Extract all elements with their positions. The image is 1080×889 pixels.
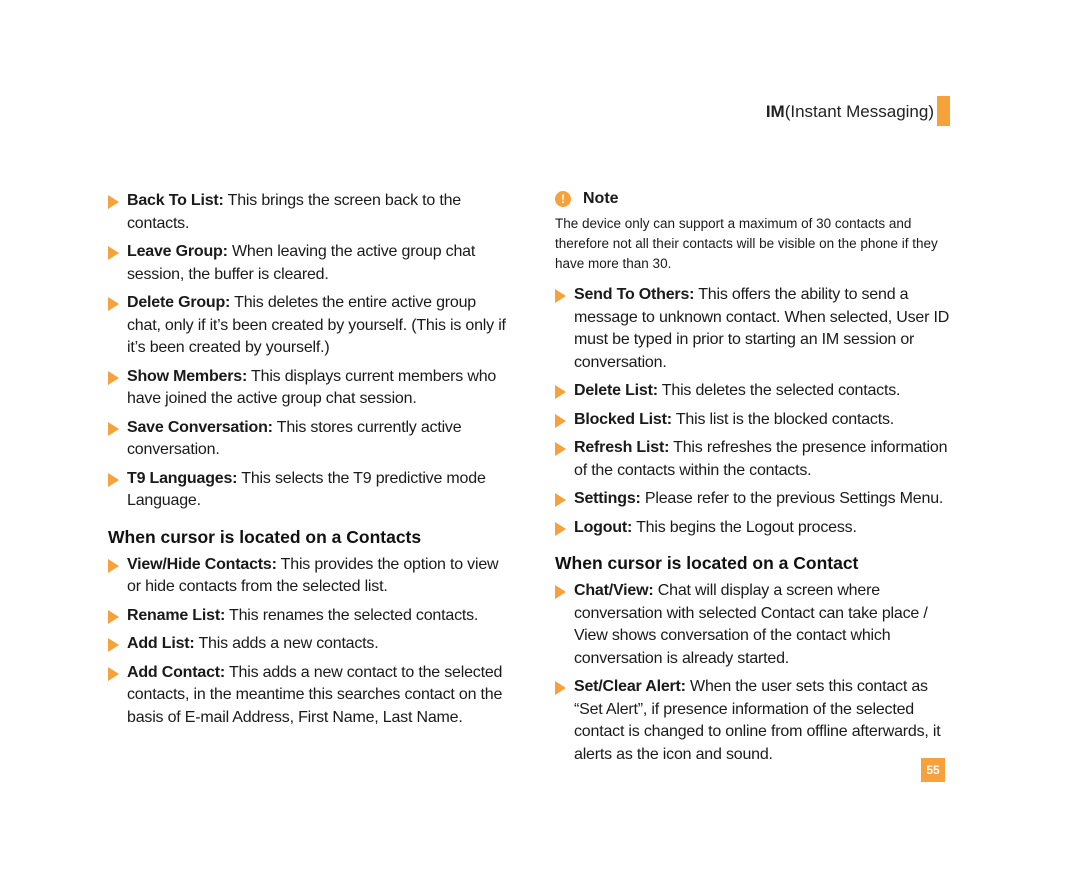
item-term: Chat/View:: [574, 582, 654, 599]
item-description: This list is the blocked contacts.: [671, 410, 895, 428]
item-term: View/Hide Contacts:: [127, 555, 277, 573]
item-description: This renames the selected contacts.: [225, 606, 479, 624]
list-item: Delete List: This deletes the selected c…: [555, 380, 955, 403]
note-box: ! Note The device only can support a max…: [555, 190, 955, 274]
list-item: Rename List: This renames the selected c…: [108, 605, 508, 628]
left-item-list: Back To List: This brings the screen bac…: [108, 190, 508, 513]
triangle-bullet-icon: [555, 413, 566, 428]
item-term: Show Members:: [127, 367, 248, 385]
list-item: Save Conversation: This stores currently…: [108, 417, 508, 462]
triangle-bullet-icon: [555, 521, 566, 536]
list-item: Back To List: This brings the screen bac…: [108, 190, 508, 235]
item-term: Rename List:: [127, 606, 226, 624]
triangle-bullet-icon: [108, 421, 119, 436]
item-description: This deletes the selected contacts.: [657, 382, 901, 399]
item-term: Add Contact:: [127, 663, 226, 681]
item-term: Delete List:: [574, 382, 658, 399]
right-item-list: Send To Others: This offers the ability …: [555, 284, 955, 539]
item-term: Add List:: [127, 635, 195, 652]
header-accent-bar: [937, 96, 950, 126]
triangle-bullet-icon: [108, 666, 119, 681]
list-item: Send To Others: This offers the ability …: [555, 284, 955, 374]
triangle-bullet-icon: [108, 195, 119, 209]
left-column: Back To List: This brings the screen bac…: [108, 190, 508, 735]
list-item: View/Hide Contacts: This provides the op…: [108, 554, 508, 599]
list-item: Set/Clear Alert: When the user sets this…: [555, 676, 955, 766]
item-term: Refresh List:: [574, 439, 670, 456]
section-title-contacts: When cursor is located on a Contacts: [108, 526, 422, 547]
exclamation-icon: !: [555, 191, 571, 207]
section-title-contact: When cursor is located on a Contact: [555, 553, 859, 573]
right-column: ! Note The device only can support a max…: [555, 190, 955, 772]
triangle-bullet-icon: [108, 297, 119, 311]
item-term: Back To List:: [127, 192, 224, 209]
note-text: The device only can support a maximum of…: [555, 216, 938, 271]
triangle-bullet-icon: [108, 558, 119, 573]
list-item: T9 Languages: This selects the T9 predic…: [108, 468, 508, 513]
triangle-bullet-icon: [108, 638, 119, 652]
item-description: Please refer to the previous Settings Me…: [640, 490, 944, 507]
list-item: Refresh List: This refreshes the presenc…: [555, 437, 955, 482]
note-header: ! Note: [555, 190, 955, 208]
item-term: Blocked List:: [574, 410, 672, 428]
list-item: Add Contact: This adds a new contact to …: [108, 662, 508, 730]
note-title: Note: [583, 190, 619, 207]
list-item: Chat/View: Chat will display a screen wh…: [555, 580, 955, 670]
left-section-item-list: View/Hide Contacts: This provides the op…: [108, 554, 508, 730]
item-term: Delete Group:: [127, 294, 231, 311]
list-item: Blocked List: This list is the blocked c…: [555, 409, 955, 432]
item-description: This begins the Logout process.: [632, 518, 857, 536]
list-item: Logout: This begins the Logout process.: [555, 517, 955, 540]
triangle-bullet-icon: [555, 681, 566, 695]
list-item: Settings: Please refer to the previous S…: [555, 488, 955, 511]
page-number: 55: [921, 758, 945, 782]
triangle-bullet-icon: [555, 493, 566, 507]
triangle-bullet-icon: [108, 246, 119, 260]
list-item: Delete Group: This deletes the entire ac…: [108, 292, 508, 360]
triangle-bullet-icon: [555, 289, 566, 303]
list-item: Add List: This adds a new contacts.: [108, 633, 508, 656]
item-term: Settings:: [574, 490, 641, 507]
triangle-bullet-icon: [555, 585, 566, 599]
triangle-bullet-icon: [555, 385, 566, 399]
item-term: Leave Group:: [127, 243, 228, 260]
item-description: This adds a new contacts.: [194, 635, 379, 652]
item-term: Set/Clear Alert:: [574, 678, 686, 695]
list-item: Leave Group: When leaving the active gro…: [108, 241, 508, 286]
header-bold: IM: [765, 102, 785, 121]
item-term: T9 Languages:: [127, 469, 238, 487]
list-item: Show Members: This displays current memb…: [108, 366, 508, 411]
header-text: (Instant Messaging): [784, 102, 934, 121]
triangle-bullet-icon: [108, 370, 119, 385]
right-section-item-list: Chat/View: Chat will display a screen wh…: [555, 580, 955, 766]
triangle-bullet-icon: [555, 442, 566, 456]
item-term: Logout:: [574, 518, 633, 536]
item-term: Save Conversation:: [127, 418, 273, 436]
triangle-bullet-icon: [108, 609, 119, 624]
page-header: IM(Instant Messaging): [766, 102, 934, 122]
triangle-bullet-icon: [108, 472, 119, 487]
item-term: Send To Others:: [574, 286, 695, 303]
